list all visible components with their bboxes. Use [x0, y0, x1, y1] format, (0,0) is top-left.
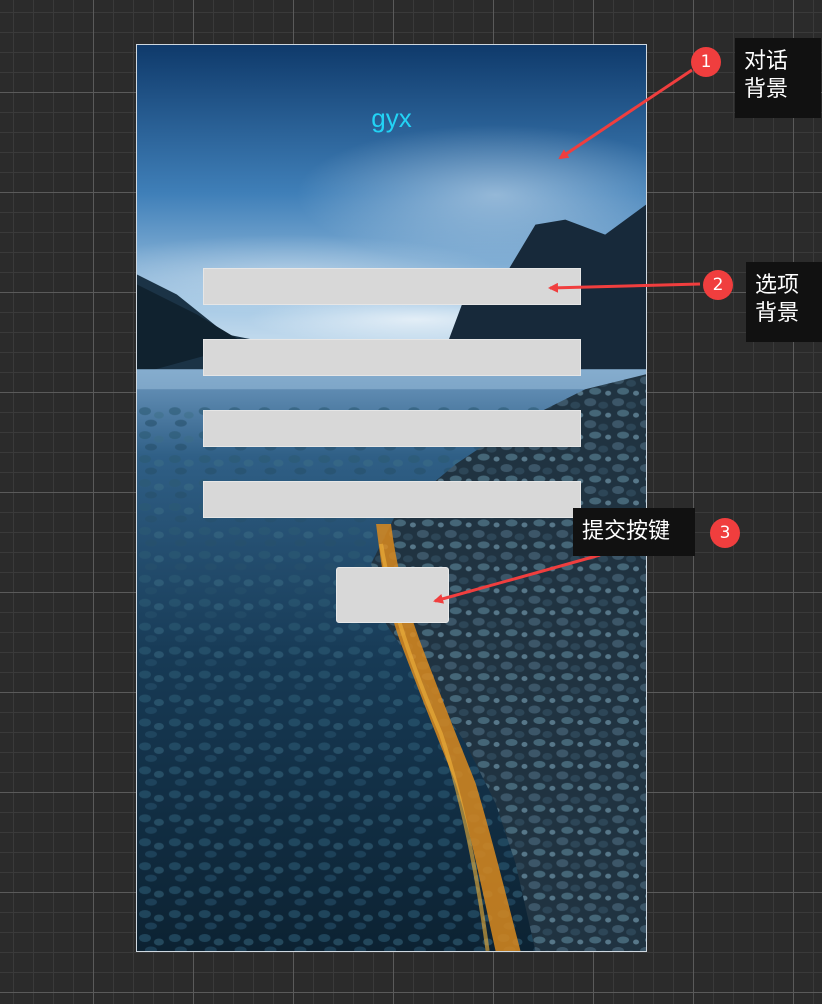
dialog-title: gyx — [371, 103, 412, 133]
annotation-badge-1: 1 — [691, 47, 721, 77]
option-field-1[interactable] — [203, 268, 581, 305]
annotation-2-line1: 选项 — [755, 273, 800, 298]
annotation-2-line2: 背景 — [755, 301, 800, 326]
annotation-callout-1: 对话 背景 — [735, 38, 821, 118]
option-field-2[interactable] — [203, 339, 581, 376]
submit-button[interactable] — [336, 567, 449, 623]
option-field-3[interactable] — [203, 410, 581, 447]
dialog-window: gyx — [136, 44, 647, 952]
annotation-badge-3: 3 — [710, 518, 740, 548]
annotation-badge-2: 2 — [703, 270, 733, 300]
annotation-1-line1: 对话 — [744, 49, 789, 74]
annotation-callout-2: 选项 背景 — [746, 262, 822, 342]
option-field-4[interactable] — [203, 481, 581, 518]
annotation-3-line1: 提交按键 — [582, 519, 671, 544]
annotation-callout-3: 提交按键 — [573, 508, 695, 556]
annotation-1-line2: 背景 — [744, 77, 789, 102]
